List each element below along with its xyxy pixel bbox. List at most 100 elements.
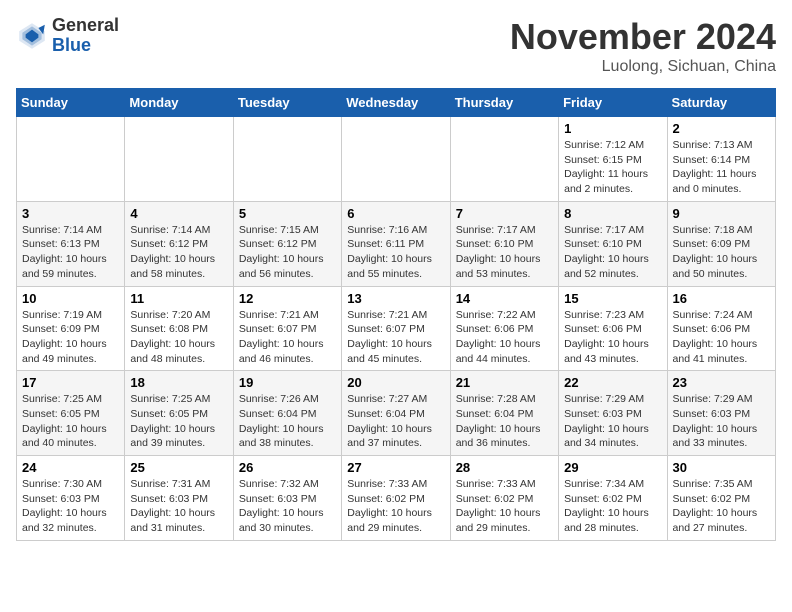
week-row-5: 24 Sunrise: 7:30 AMSunset: 6:03 PMDayligh… (17, 456, 776, 541)
calendar-cell (342, 117, 450, 202)
location: Luolong, Sichuan, China (510, 58, 776, 76)
calendar-cell: 5Sunrise: 7:15 AMSunset: 6:12 PMDaylight… (233, 201, 341, 286)
day-number: 14 (456, 291, 553, 306)
weekday-header-thursday: Thursday (450, 89, 558, 117)
day-number: 13 (347, 291, 444, 306)
day-number: 27 (347, 460, 444, 475)
calendar-cell: 4Sunrise: 7:14 AMSunset: 6:12 PMDaylight… (125, 201, 233, 286)
calendar-cell: 18Sunrise: 7:25 AMSunset: 6:05 PMDayligh… (125, 371, 233, 456)
calendar-cell: 21 Sunrise: 7:28 AMSunset: 6:04 PMDayligh… (450, 371, 558, 456)
day-number: 16 (673, 291, 770, 306)
day-info: Sunrise: 7:17 AMSunset: 6:10 PMDaylight:… (456, 223, 553, 282)
day-info: Sunrise: 7:29 AMSunset: 6:03 PMDaylight:… (564, 392, 661, 451)
day-number: 28 (456, 460, 553, 475)
day-info: Sunrise: 7:32 AMSunset: 6:03 PMDaylight:… (239, 477, 336, 536)
day-number: 2 (673, 121, 770, 136)
day-info: Sunrise: 7:23 AMSunset: 6:06 PMDaylight:… (564, 308, 661, 367)
calendar-cell: 16 Sunrise: 7:24 AMSunset: 6:06 PMDayligh… (667, 286, 775, 371)
day-info: Sunrise: 7:21 AMSunset: 6:07 PMDaylight:… (239, 308, 336, 367)
day-info: Sunrise: 7:30 AMSunset: 6:03 PMDaylight:… (22, 477, 119, 536)
day-info: Sunrise: 7:24 AMSunset: 6:06 PMDaylight:… (673, 308, 770, 367)
day-number: 18 (130, 375, 227, 390)
day-info: Sunrise: 7:29 AMSunset: 6:03 PMDaylight:… (673, 392, 770, 451)
calendar-cell: 29 Sunrise: 7:34 AMSunset: 6:02 PMDayligh… (559, 456, 667, 541)
logo-blue-text: Blue (52, 36, 119, 56)
weekday-header-sunday: Sunday (17, 89, 125, 117)
day-info: Sunrise: 7:31 AMSunset: 6:03 PMDaylight:… (130, 477, 227, 536)
day-number: 1 (564, 121, 661, 136)
calendar-cell: 3 Sunrise: 7:14 AMSunset: 6:13 PMDaylight… (17, 201, 125, 286)
week-row-2: 3 Sunrise: 7:14 AMSunset: 6:13 PMDaylight… (17, 201, 776, 286)
day-number: 26 (239, 460, 336, 475)
day-number: 21 (456, 375, 553, 390)
calendar-table: SundayMondayTuesdayWednesdayThursdayFrid… (16, 88, 776, 541)
day-number: 19 (239, 375, 336, 390)
calendar-cell: 28 Sunrise: 7:33 AMSunset: 6:02 PMDayligh… (450, 456, 558, 541)
day-number: 24 (22, 460, 119, 475)
day-info: Sunrise: 7:14 AMSunset: 6:12 PMDaylight:… (130, 223, 227, 282)
calendar-cell: 7Sunrise: 7:17 AMSunset: 6:10 PMDaylight… (450, 201, 558, 286)
calendar-cell: 26 Sunrise: 7:32 AMSunset: 6:03 PMDayligh… (233, 456, 341, 541)
calendar-cell: 25 Sunrise: 7:31 AMSunset: 6:03 PMDayligh… (125, 456, 233, 541)
calendar-cell: 24 Sunrise: 7:30 AMSunset: 6:03 PMDayligh… (17, 456, 125, 541)
day-info: Sunrise: 7:35 AMSunset: 6:02 PMDaylight:… (673, 477, 770, 536)
day-info: Sunrise: 7:27 AMSunset: 6:04 PMDaylight:… (347, 392, 444, 451)
day-info: Sunrise: 7:33 AMSunset: 6:02 PMDaylight:… (456, 477, 553, 536)
day-info: Sunrise: 7:21 AMSunset: 6:07 PMDaylight:… (347, 308, 444, 367)
day-number: 25 (130, 460, 227, 475)
week-row-4: 17Sunrise: 7:25 AMSunset: 6:05 PMDayligh… (17, 371, 776, 456)
day-number: 12 (239, 291, 336, 306)
weekday-header-tuesday: Tuesday (233, 89, 341, 117)
week-row-1: 1 Sunrise: 7:12 AMSunset: 6:15 PMDaylight… (17, 117, 776, 202)
weekday-header-monday: Monday (125, 89, 233, 117)
month-title: November 2024 (510, 16, 776, 58)
day-info: Sunrise: 7:17 AMSunset: 6:10 PMDaylight:… (564, 223, 661, 282)
day-number: 20 (347, 375, 444, 390)
day-info: Sunrise: 7:20 AMSunset: 6:08 PMDaylight:… (130, 308, 227, 367)
calendar-cell: 1 Sunrise: 7:12 AMSunset: 6:15 PMDaylight… (559, 117, 667, 202)
calendar-cell: 15 Sunrise: 7:23 AMSunset: 6:06 PMDayligh… (559, 286, 667, 371)
calendar-cell: 17Sunrise: 7:25 AMSunset: 6:05 PMDayligh… (17, 371, 125, 456)
day-number: 11 (130, 291, 227, 306)
logo: General Blue (16, 16, 119, 56)
day-info: Sunrise: 7:18 AMSunset: 6:09 PMDaylight:… (673, 223, 770, 282)
day-info: Sunrise: 7:14 AMSunset: 6:13 PMDaylight:… (22, 223, 119, 282)
day-info: Sunrise: 7:34 AMSunset: 6:02 PMDaylight:… (564, 477, 661, 536)
day-number: 6 (347, 206, 444, 221)
day-number: 22 (564, 375, 661, 390)
day-number: 5 (239, 206, 336, 221)
calendar-cell (450, 117, 558, 202)
calendar-cell (233, 117, 341, 202)
calendar-cell: 8Sunrise: 7:17 AMSunset: 6:10 PMDaylight… (559, 201, 667, 286)
day-number: 3 (22, 206, 119, 221)
day-info: Sunrise: 7:13 AMSunset: 6:14 PMDaylight:… (673, 138, 770, 197)
day-number: 10 (22, 291, 119, 306)
calendar-cell: 2 Sunrise: 7:13 AMSunset: 6:14 PMDaylight… (667, 117, 775, 202)
day-info: Sunrise: 7:12 AMSunset: 6:15 PMDaylight:… (564, 138, 661, 197)
page-header: General Blue November 2024 Luolong, Sich… (16, 16, 776, 76)
day-number: 30 (673, 460, 770, 475)
weekday-header-row: SundayMondayTuesdayWednesdayThursdayFrid… (17, 89, 776, 117)
calendar-cell: 11 Sunrise: 7:20 AMSunset: 6:08 PMDayligh… (125, 286, 233, 371)
day-number: 9 (673, 206, 770, 221)
calendar-cell: 30 Sunrise: 7:35 AMSunset: 6:02 PMDayligh… (667, 456, 775, 541)
day-info: Sunrise: 7:19 AMSunset: 6:09 PMDaylight:… (22, 308, 119, 367)
calendar-cell: 13 Sunrise: 7:21 AMSunset: 6:07 PMDayligh… (342, 286, 450, 371)
weekday-header-wednesday: Wednesday (342, 89, 450, 117)
week-row-3: 10 Sunrise: 7:19 AMSunset: 6:09 PMDayligh… (17, 286, 776, 371)
day-number: 23 (673, 375, 770, 390)
logo-general-text: General (52, 16, 119, 36)
calendar-cell: 14Sunrise: 7:22 AMSunset: 6:06 PMDayligh… (450, 286, 558, 371)
weekday-header-saturday: Saturday (667, 89, 775, 117)
day-info: Sunrise: 7:33 AMSunset: 6:02 PMDaylight:… (347, 477, 444, 536)
calendar-cell: 10 Sunrise: 7:19 AMSunset: 6:09 PMDayligh… (17, 286, 125, 371)
day-number: 29 (564, 460, 661, 475)
calendar-cell: 27 Sunrise: 7:33 AMSunset: 6:02 PMDayligh… (342, 456, 450, 541)
day-number: 15 (564, 291, 661, 306)
calendar-cell: 20 Sunrise: 7:27 AMSunset: 6:04 PMDayligh… (342, 371, 450, 456)
day-info: Sunrise: 7:16 AMSunset: 6:11 PMDaylight:… (347, 223, 444, 282)
calendar-cell: 23 Sunrise: 7:29 AMSunset: 6:03 PMDayligh… (667, 371, 775, 456)
calendar-cell: 6 Sunrise: 7:16 AMSunset: 6:11 PMDaylight… (342, 201, 450, 286)
calendar-cell (125, 117, 233, 202)
day-info: Sunrise: 7:28 AMSunset: 6:04 PMDaylight:… (456, 392, 553, 451)
